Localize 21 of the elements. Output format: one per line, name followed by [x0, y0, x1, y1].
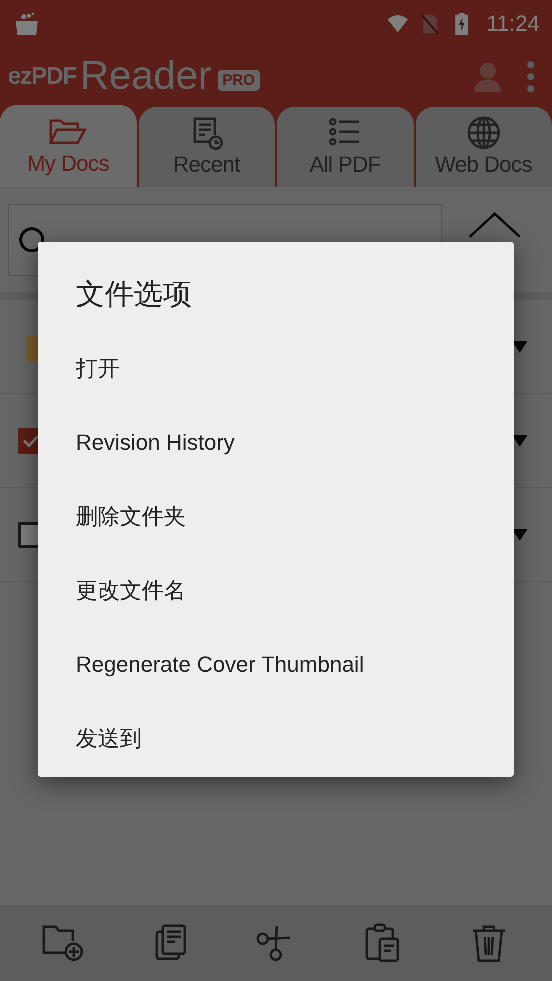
logo-name: Reader: [80, 54, 212, 99]
menu-item[interactable]: Revision History: [76, 406, 235, 480]
dropdown-caret-icon[interactable]: [512, 434, 528, 446]
wifi-icon: [386, 13, 409, 35]
dropdown-caret-icon[interactable]: [512, 528, 528, 540]
pro-badge: PRO: [218, 70, 260, 91]
menu-item[interactable]: 打开: [76, 332, 120, 406]
menu-item[interactable]: 更改文件名: [76, 554, 186, 628]
dropdown-caret-icon[interactable]: [512, 340, 528, 352]
chevron-up-icon[interactable]: [468, 210, 522, 238]
shopping-bag-icon: [14, 11, 40, 37]
menu-item[interactable]: 发送到: [76, 702, 142, 776]
logo-prefix: ezPDF: [8, 62, 76, 90]
clock-time: 11:24: [486, 11, 540, 37]
menu-item[interactable]: Regenerate Cover Thumbnail: [76, 628, 364, 702]
dialog-title: 文件选项: [76, 278, 193, 313]
more-options-icon[interactable]: [526, 60, 536, 92]
menu-item[interactable]: 删除文件夹: [76, 480, 186, 554]
new-folder-icon[interactable]: [41, 923, 86, 963]
search-icon: [17, 224, 47, 254]
no-sim-icon: [418, 13, 441, 35]
